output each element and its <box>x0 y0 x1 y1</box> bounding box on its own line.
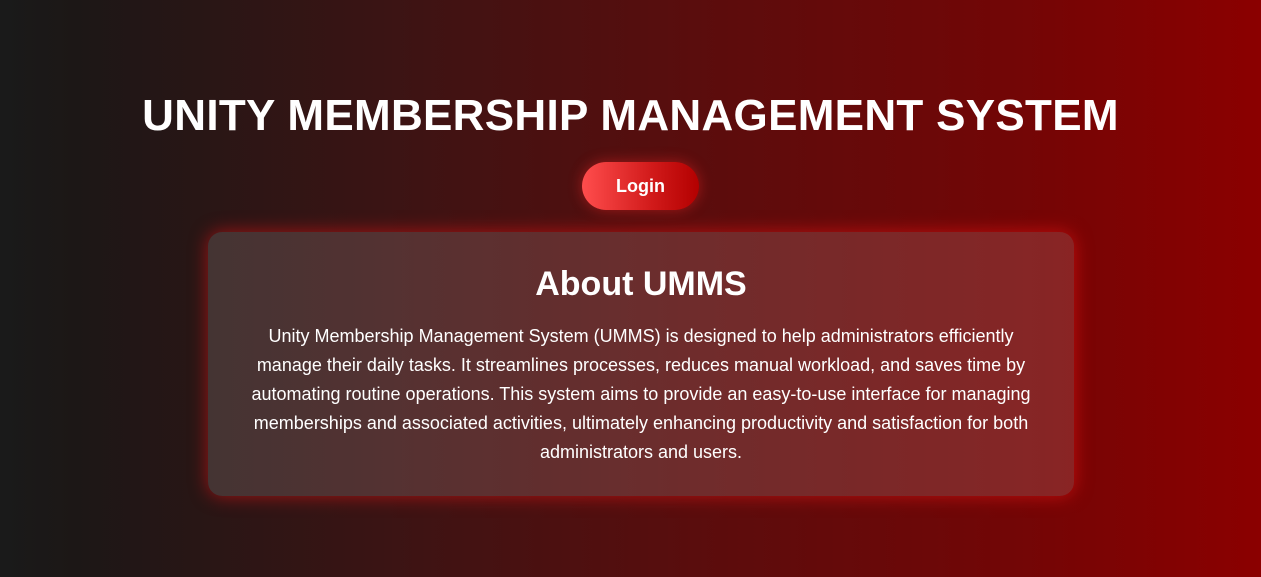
login-button[interactable]: Login <box>582 162 699 210</box>
page-title: UNITY MEMBERSHIP MANAGEMENT SYSTEM <box>142 91 1119 140</box>
about-card: About UMMS Unity Membership Management S… <box>208 232 1074 496</box>
about-description: Unity Membership Management System (UMMS… <box>251 326 1031 462</box>
about-heading: About UMMS <box>535 265 747 303</box>
